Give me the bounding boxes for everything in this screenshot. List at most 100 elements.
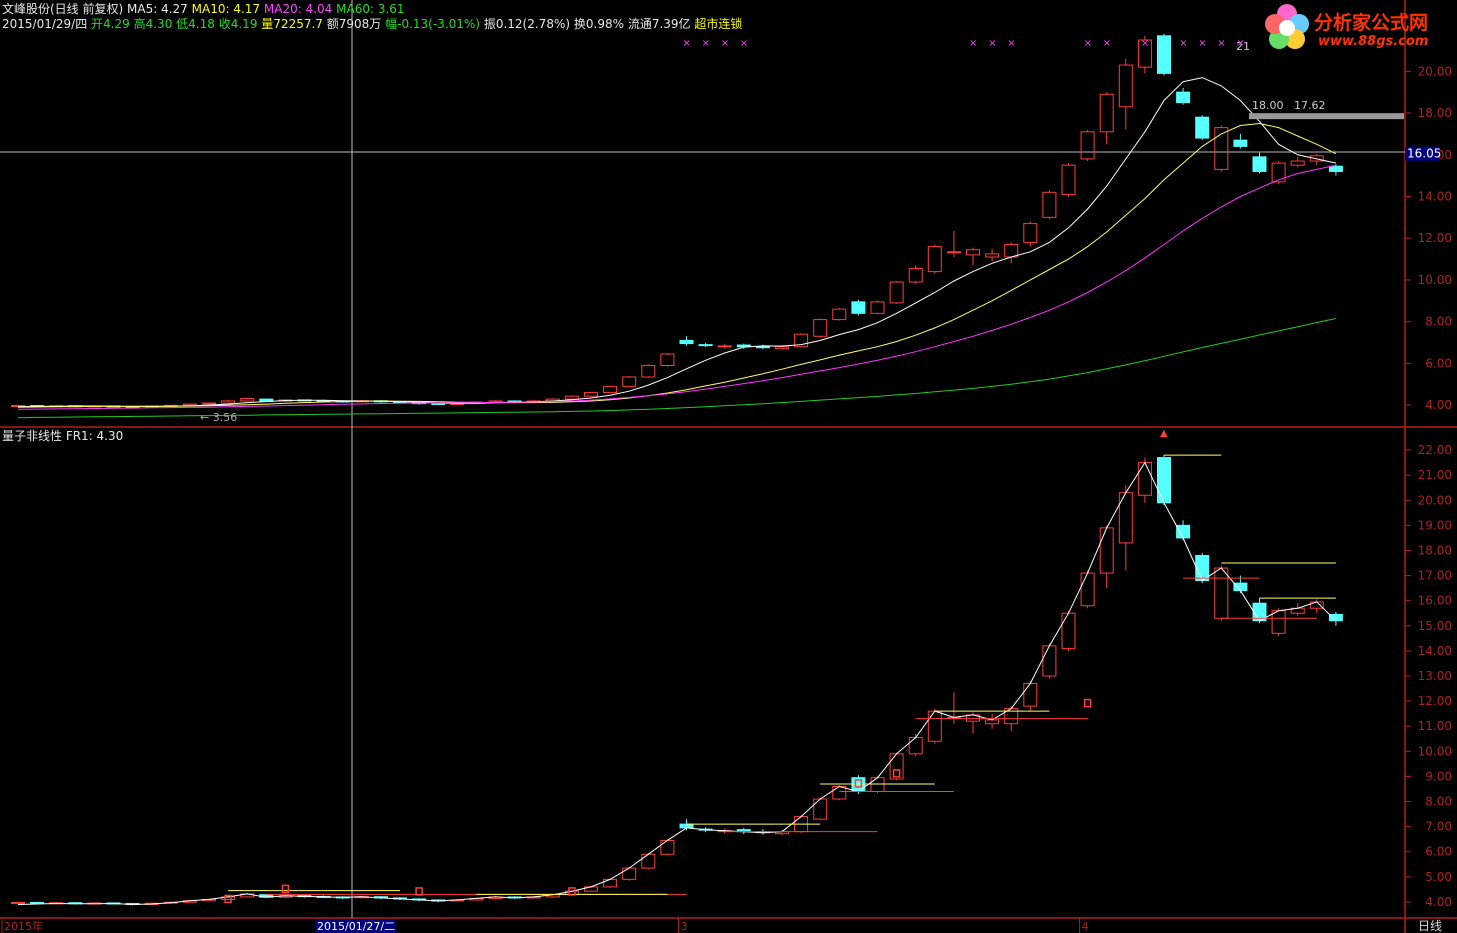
y-tick-label: 19.00 <box>1418 518 1452 532</box>
y-tick-label: 6.00 <box>1425 845 1452 859</box>
candle-body <box>813 798 828 820</box>
indicator-panel[interactable]: ▲ <box>11 428 1343 906</box>
ma20-label: MA20: 4.04 <box>263 2 333 16</box>
candle-body <box>1195 116 1210 139</box>
y-tick-label: 10.00 <box>1418 744 1452 758</box>
candle-body <box>1004 243 1019 258</box>
candle-body <box>908 267 923 283</box>
candle-body <box>1080 572 1095 607</box>
y-tick-label: 8.00 <box>1425 795 1452 809</box>
signal-marker: × <box>1084 38 1092 49</box>
candle-body <box>603 878 618 888</box>
candle-body <box>927 710 942 742</box>
gray-resistance-bar <box>1249 113 1404 120</box>
candle-body <box>832 785 847 800</box>
candle-body <box>870 301 885 314</box>
candle-body <box>584 392 598 397</box>
close-value: 收4.19 <box>218 17 258 31</box>
y-tick-label: 20.00 <box>1418 64 1452 78</box>
candle-body <box>1099 527 1114 574</box>
header-row-2: 2015/01/29/四 开4.29 高4.30 低4.18 收4.19 量72… <box>2 17 742 31</box>
candle-body <box>641 853 656 869</box>
candle-body <box>889 753 904 780</box>
ma5-label: MA5: 4.27 <box>127 2 188 16</box>
x-tick-label: 2015年 <box>4 919 43 933</box>
site-logo: 分析家公式网 www.88gs.com <box>1262 0 1457 56</box>
candle-body <box>622 376 637 387</box>
candle-body <box>1023 683 1038 707</box>
amount-value: 额7908万 <box>326 17 382 31</box>
y-tick-label: 7.00 <box>1425 820 1452 834</box>
candle-body <box>1328 165 1343 172</box>
candle-body <box>1233 582 1248 592</box>
candle-body <box>1042 645 1057 677</box>
candle-body <box>813 319 828 337</box>
candle-body <box>1176 91 1191 104</box>
candle-body <box>622 867 637 880</box>
annotation-line2: 17.62 <box>1294 99 1326 112</box>
y-tick-label: 21.00 <box>1418 468 1452 482</box>
signal-square <box>892 769 901 778</box>
x-tick-label: 3 <box>681 920 688 933</box>
candle-body <box>1157 457 1171 504</box>
y-tick-label: 18.00 <box>1418 543 1452 557</box>
candle-body <box>1042 191 1057 218</box>
kline-chart-svg[interactable]: ← 3.562118.00 17.62× × × × × × × × × × × × × × ▲ 4.006… <box>0 0 1457 933</box>
low-price-label: ← 3.56 <box>200 411 237 424</box>
candle-body <box>985 719 1000 725</box>
y-tick-label: 20.00 <box>1418 493 1452 507</box>
indicator-header[interactable]: 量子非线性 FR1: 4.30 <box>2 429 123 443</box>
candle-body <box>851 301 866 314</box>
candle-body <box>221 400 236 404</box>
annotation-line1: 18.00 <box>1252 99 1284 112</box>
candle-body <box>832 308 847 321</box>
signal-square <box>1083 698 1092 708</box>
signal-marker: × <box>1217 38 1225 49</box>
candle-body <box>775 346 789 349</box>
ma60-label: MA60: 3.61 <box>336 2 405 16</box>
candle-body <box>1271 162 1286 183</box>
chart-stage: ← 3.56 21 18.00 17.62 × × × × × × × × × × × × × × ▲ 4.00 6… <box>0 0 1457 933</box>
candle-body <box>11 901 25 904</box>
industry-label[interactable]: 超市连锁 <box>694 17 742 31</box>
signal-marker: × <box>1236 38 1244 49</box>
candle-body <box>1061 164 1076 195</box>
signal-marker: × <box>702 38 710 49</box>
y-tick-label: 4.00 <box>1425 398 1452 412</box>
stock-title: 文峰股份(日线 前复权) <box>2 2 124 16</box>
header-row-1: 文峰股份(日线 前复权) MA5: 4.27 MA10: 4.17 MA20: … <box>2 2 405 16</box>
y-tick-label: 14.00 <box>1418 189 1452 203</box>
signal-marker: × <box>1141 38 1149 49</box>
logo-name: 分析家公式网 <box>1314 12 1429 34</box>
logo-url: www.88gs.com <box>1318 34 1429 49</box>
y-tick-label: 12.00 <box>1418 694 1452 708</box>
candle-body <box>1214 567 1229 619</box>
candle-body <box>1271 610 1286 634</box>
bar-date: 2015/01/29/四 <box>2 17 88 31</box>
candle-body <box>1290 160 1305 166</box>
price-panel[interactable]: ← 3.562118.00 17.62× × × × × × × × × × × × × × <box>11 33 1404 424</box>
candle-body <box>202 402 216 405</box>
y-tick-label: 22.00 <box>1418 443 1452 457</box>
y-tick-label: 18.00 <box>1418 106 1452 120</box>
signal-marker: × <box>683 38 691 49</box>
x-tick-label: 4 <box>1082 920 1089 933</box>
candle-body <box>698 344 713 347</box>
y-tick-label: 12.00 <box>1418 231 1452 245</box>
candle-body <box>1137 462 1152 496</box>
y-tick-label: 9.00 <box>1425 769 1452 783</box>
candle-body <box>660 839 675 855</box>
candle-body <box>870 777 885 792</box>
candle-body <box>946 251 961 254</box>
change-value: 幅-0.13(-3.01%) <box>385 17 480 31</box>
open-value: 开4.29 <box>91 17 130 31</box>
signal-marker: × <box>1007 38 1015 49</box>
signal-marker: × <box>1103 38 1111 49</box>
candle-body <box>1233 139 1248 147</box>
candle-body <box>660 353 675 366</box>
period-label: 日线 <box>1418 919 1442 933</box>
candle-body <box>1176 524 1191 539</box>
ma10-label: MA10: 4.17 <box>191 2 261 16</box>
candle-body <box>564 395 579 400</box>
y-tick-label: 6.00 <box>1425 356 1452 370</box>
